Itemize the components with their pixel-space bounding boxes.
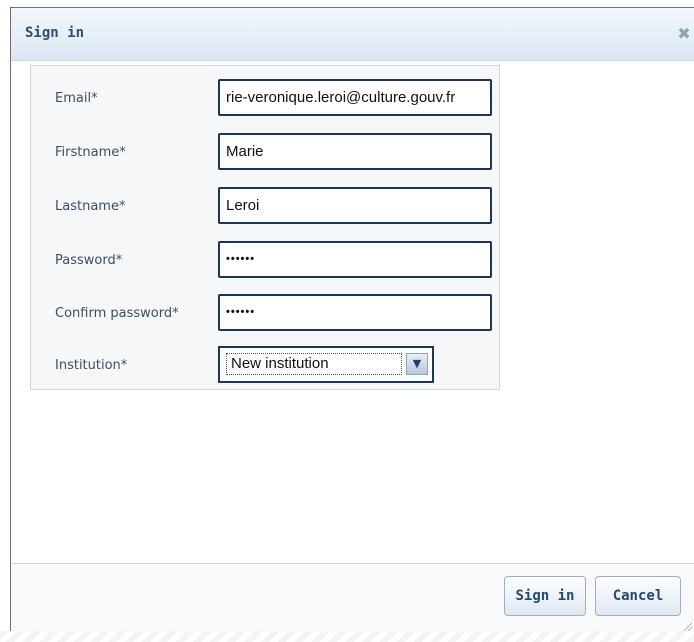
institution-select[interactable]: New institution ▼ <box>218 346 434 383</box>
dialog-footer: Sign in Cancel <box>11 563 694 633</box>
firstname-label: Firstname* <box>55 145 126 160</box>
background-strip <box>0 631 694 642</box>
password-field[interactable]: •••••• <box>218 241 492 278</box>
close-icon[interactable]: ✖ <box>676 26 692 42</box>
chevron-down-icon[interactable]: ▼ <box>406 353 428 375</box>
confirm-password-label: Confirm password* <box>55 306 179 321</box>
password-label: Password* <box>55 253 123 268</box>
resize-grip-icon[interactable] <box>682 621 692 631</box>
email-field[interactable]: rie-veronique.leroi@culture.gouv.fr <box>218 79 492 116</box>
lastname-field[interactable]: Leroi <box>218 187 492 224</box>
email-label: Email* <box>55 91 98 106</box>
institution-selected-value: New institution <box>226 353 402 375</box>
cancel-button[interactable]: Cancel <box>595 576 681 616</box>
sign-in-dialog: Sign in ✖ Email* rie-veronique.leroi@cul… <box>10 7 694 633</box>
sign-in-form: Email* rie-veronique.leroi@culture.gouv.… <box>30 65 500 390</box>
dialog-titlebar[interactable]: Sign in ✖ <box>11 8 694 61</box>
dialog-title: Sign in <box>25 25 85 41</box>
confirm-password-field[interactable]: •••••• <box>218 294 492 331</box>
firstname-field[interactable]: Marie <box>218 133 492 170</box>
institution-label: Institution* <box>55 358 128 373</box>
lastname-label: Lastname* <box>55 199 126 214</box>
sign-in-button[interactable]: Sign in <box>504 576 586 616</box>
